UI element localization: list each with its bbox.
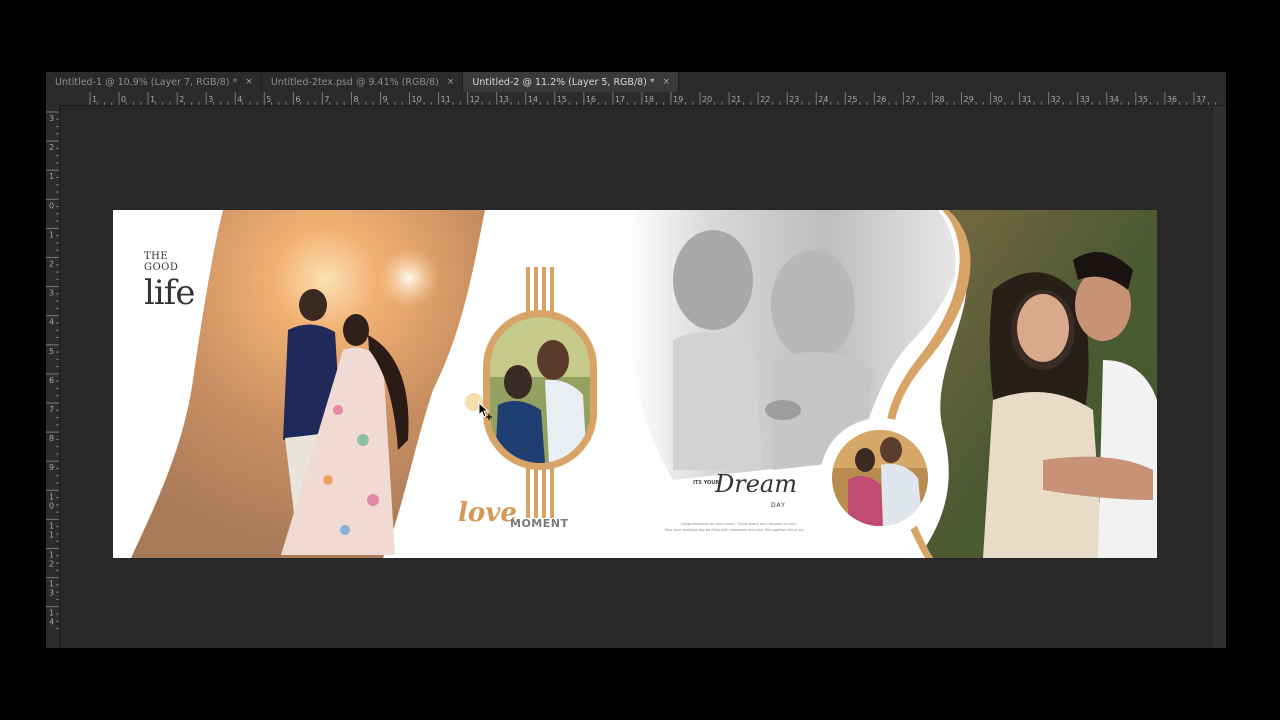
ruler-label: 8 <box>353 95 358 104</box>
ruler-label: 1 <box>49 609 54 618</box>
ruler-label: 0 <box>49 201 54 210</box>
ruler-label: 4 <box>237 95 242 104</box>
ruler-label: 1 <box>49 530 54 539</box>
tab-label: Untitled-1 @ 10.9% (Layer 7, RGB/8) * <box>55 76 238 88</box>
move-cursor-icon <box>478 402 492 420</box>
horizontal-ruler[interactable]: 1 0 1 2 3 4 5 6 7 8 9 10 11 12 13 14 15 16 17 18 19 20 21 22 23 2… <box>60 92 1226 106</box>
ruler-label: 0 <box>49 501 54 510</box>
ruler-label: 1 <box>49 230 54 239</box>
ruler-label: 6 <box>295 95 300 104</box>
day-text: DAY <box>771 502 786 509</box>
close-icon[interactable]: × <box>245 77 253 87</box>
ruler-label: 2 <box>49 143 54 152</box>
ruler-label: 7 <box>49 405 54 414</box>
ruler-label: 2 <box>49 260 54 269</box>
ruler-label: 3 <box>208 95 213 104</box>
gold-stripes-bottom <box>526 468 554 518</box>
ruler-label: 4 <box>49 618 54 627</box>
caption-line-1: Congratulations on your union / Today ev… <box>681 522 797 526</box>
ruler-origin[interactable] <box>46 92 60 106</box>
tab-untitled-1[interactable]: Untitled-1 @ 10.9% (Layer 7, RGB/8) * × <box>46 72 262 92</box>
tab-untitled-2tex[interactable]: Untitled-2tex.psd @ 9.41% (RGB/8) × <box>262 72 464 92</box>
ruler-label: 5 <box>266 95 271 104</box>
close-icon[interactable]: × <box>447 77 455 87</box>
ruler-label: 1 <box>92 95 97 104</box>
ruler-label: 8 <box>49 434 54 443</box>
caption-line-2: May your wedding day be filled with memo… <box>665 528 804 532</box>
tab-untitled-2[interactable]: Untitled-2 @ 11.2% (Layer 5, RGB/8) * × <box>463 72 680 92</box>
the-good-text: THE GOOD <box>144 251 179 273</box>
ruler-label: 1 <box>49 172 54 181</box>
ruler-label: 9 <box>49 463 54 472</box>
ruler-label: 9 <box>383 95 388 104</box>
ruler-label: 3 <box>49 289 54 298</box>
ruler-label: 1 <box>150 95 155 104</box>
ruler-label: 7 <box>324 95 329 104</box>
life-text: life <box>144 273 195 313</box>
close-icon[interactable]: × <box>663 77 671 87</box>
document-canvas[interactable]: THE GOOD life love MOMENT ITS YOUR Dream… <box>60 106 1212 648</box>
oval-couple-photo <box>490 317 590 463</box>
vertical-scrollbar[interactable] <box>1212 106 1226 648</box>
vertical-ruler[interactable]: 32101234567891011121314 <box>46 106 60 648</box>
album-graphics <box>131 210 1157 558</box>
ruler-label: 1 <box>49 521 54 530</box>
ruler-label: 0 <box>121 95 126 104</box>
ruler-label: 1 <box>49 580 54 589</box>
tab-label: Untitled-2tex.psd @ 9.41% (RGB/8) <box>270 76 439 88</box>
dream-text: Dream <box>715 470 797 498</box>
ruler-label: 4 <box>49 318 54 327</box>
album-artboard[interactable]: THE GOOD life love MOMENT ITS YOUR Dream… <box>113 210 1157 558</box>
love-text: love <box>458 498 517 528</box>
ruler-label: 6 <box>49 376 54 385</box>
ruler-label: 1 <box>49 551 54 560</box>
ruler-label: 3 <box>49 589 54 598</box>
moment-text: MOMENT <box>510 517 569 530</box>
photoshop-workspace: Untitled-1 @ 10.9% (Layer 7, RGB/8) * × … <box>46 72 1226 648</box>
tab-label: Untitled-2 @ 11.2% (Layer 5, RGB/8) * <box>472 76 655 88</box>
ruler-label: 1 <box>49 492 54 501</box>
ruler-label: 5 <box>49 347 54 356</box>
document-tab-bar: Untitled-1 @ 10.9% (Layer 7, RGB/8) * × … <box>46 72 1226 92</box>
ruler-label: 3 <box>49 114 54 123</box>
ruler-label: 2 <box>49 560 54 569</box>
ruler-label: 2 <box>179 95 184 104</box>
